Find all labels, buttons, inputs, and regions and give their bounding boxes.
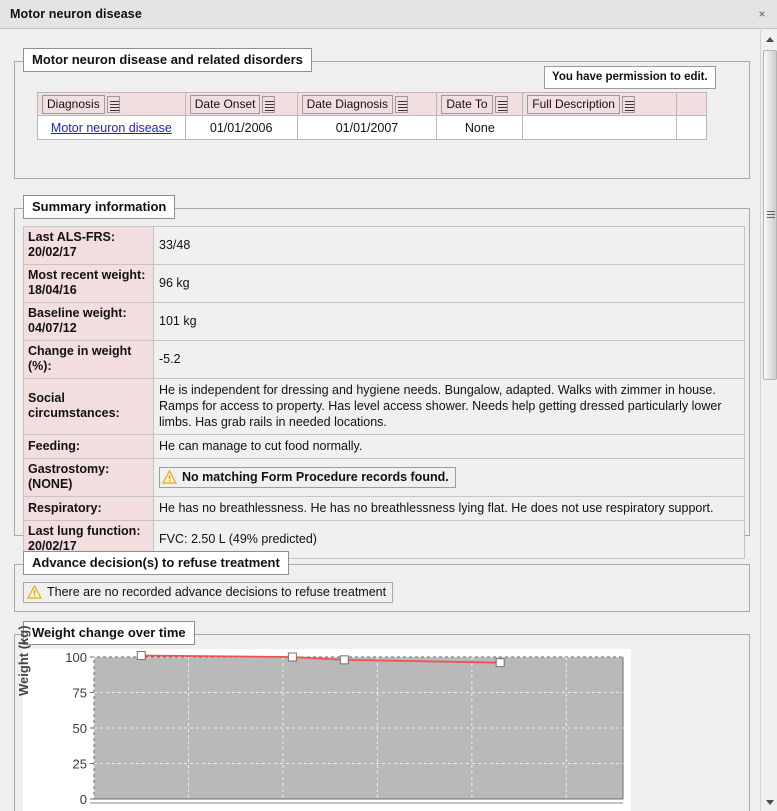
scroll-down-arrow-icon[interactable] bbox=[761, 794, 777, 811]
column-header-date-to-label: Date To bbox=[441, 94, 493, 114]
column-header-spacer bbox=[676, 92, 707, 116]
window-title: Motor neuron disease bbox=[10, 7, 142, 21]
summary-value: He is independent for dressing and hygie… bbox=[153, 378, 745, 435]
scrollbar-thumb[interactable] bbox=[763, 50, 777, 380]
advance-decisions-panel: Advance decision(s) to refuse treatment … bbox=[14, 551, 750, 612]
page-content: You have permission to edit. Motor neuro… bbox=[0, 30, 760, 811]
scrollbar-grip-icon bbox=[767, 211, 775, 219]
cell-date-to: None bbox=[436, 115, 524, 140]
chart-data-point bbox=[136, 651, 146, 661]
cell-spacer bbox=[676, 115, 707, 140]
weight-change-line-chart: 0255075100201220132014201520162017 bbox=[65, 650, 624, 811]
diagnosis-panel-legend: Motor neuron disease and related disorde… bbox=[23, 48, 312, 72]
window-titlebar: Motor neuron disease × bbox=[0, 0, 777, 29]
no-advance-decisions-text: There are no recorded advance decisions … bbox=[47, 585, 387, 599]
chart-y-tick-label: 100 bbox=[65, 650, 87, 665]
warning-triangle-icon bbox=[26, 584, 43, 599]
column-menu-icon[interactable] bbox=[621, 95, 635, 113]
scroll-up-arrow-icon[interactable] bbox=[761, 30, 777, 47]
permission-note: You have permission to edit. bbox=[544, 66, 716, 89]
cell-diagnosis: Motor neuron disease bbox=[37, 115, 186, 140]
summary-row-recent-weight: Most recent weight: 18/04/16 96 kg bbox=[23, 264, 745, 303]
warning-triangle-icon bbox=[161, 469, 178, 484]
column-header-diagnosis[interactable]: Diagnosis bbox=[37, 92, 186, 116]
summary-row-feeding: Feeding: He can manage to cut food norma… bbox=[23, 434, 745, 459]
column-menu-icon[interactable] bbox=[106, 95, 120, 113]
diagnosis-table: Diagnosis Date Onset Date Diagnosis Date… bbox=[37, 92, 707, 140]
column-header-date-onset[interactable]: Date Onset bbox=[184, 92, 298, 116]
summary-label: Respiratory: bbox=[23, 496, 154, 521]
summary-label: Gastrostomy: (NONE) bbox=[23, 458, 154, 497]
column-header-full-description[interactable]: Full Description bbox=[522, 92, 678, 116]
table-row: Motor neuron disease 01/01/2006 01/01/20… bbox=[37, 115, 707, 140]
column-header-date-diagnosis-label: Date Diagnosis bbox=[301, 94, 393, 114]
column-header-date-diagnosis[interactable]: Date Diagnosis bbox=[296, 92, 438, 116]
advance-decisions-panel-legend: Advance decision(s) to refuse treatment bbox=[23, 551, 289, 575]
vertical-scrollbar[interactable] bbox=[760, 30, 777, 811]
no-records-warning-text: No matching Form Procedure records found… bbox=[182, 469, 449, 484]
summary-panel-legend: Summary information bbox=[23, 195, 176, 219]
summary-value: He has no breathlessness. He has no brea… bbox=[153, 496, 745, 521]
summary-value-warning: No matching Form Procedure records found… bbox=[153, 458, 745, 497]
column-header-diagnosis-label: Diagnosis bbox=[42, 94, 105, 114]
chart-y-tick-label: 0 bbox=[80, 792, 87, 807]
summary-value: He can manage to cut food normally. bbox=[153, 434, 745, 459]
summary-row-als-frs: Last ALS-FRS: 20/02/17 33/48 bbox=[23, 226, 745, 265]
summary-value: 96 kg bbox=[153, 264, 745, 303]
summary-panel: Summary information Last ALS-FRS: 20/02/… bbox=[14, 195, 750, 559]
chart-y-tick-label: 50 bbox=[73, 721, 87, 736]
chart-data-point bbox=[339, 655, 349, 665]
column-menu-icon[interactable] bbox=[262, 95, 276, 113]
column-header-full-description-label: Full Description bbox=[527, 94, 620, 114]
summary-row-respiratory: Respiratory: He has no breathlessness. H… bbox=[23, 496, 745, 521]
summary-row-gastrostomy: Gastrostomy: (NONE) No matching Form Pro… bbox=[23, 458, 745, 497]
summary-table: Last ALS-FRS: 20/02/17 33/48 Most recent… bbox=[23, 226, 745, 559]
diagnosis-link[interactable]: Motor neuron disease bbox=[51, 121, 172, 135]
cell-full-description bbox=[522, 115, 678, 140]
summary-row-social-circumstances: Social circumstances: He is independent … bbox=[23, 378, 745, 435]
cell-date-diagnosis: 01/01/2007 bbox=[296, 115, 438, 140]
chart-y-tick-label: 75 bbox=[73, 686, 87, 701]
weight-chart-card: 0255075100201220132014201520162017 bbox=[23, 649, 631, 811]
summary-value: -5.2 bbox=[153, 340, 745, 379]
chart-y-tick-label: 25 bbox=[73, 757, 87, 772]
summary-label: Last ALS-FRS: 20/02/17 bbox=[23, 226, 154, 265]
chart-y-axis-label: Weight (kg) bbox=[16, 625, 31, 696]
chart-data-point bbox=[495, 658, 505, 668]
weight-chart-panel-legend: Weight change over time bbox=[23, 621, 195, 645]
column-menu-icon[interactable] bbox=[494, 95, 508, 113]
summary-label: Social circumstances: bbox=[23, 378, 154, 435]
weight-chart-panel: Weight change over time 0255075100201220… bbox=[14, 621, 750, 811]
no-records-warning: No matching Form Procedure records found… bbox=[159, 466, 456, 488]
summary-label: Change in weight (%): bbox=[23, 340, 154, 379]
summary-label: Feeding: bbox=[23, 434, 154, 459]
summary-label: Baseline weight: 04/07/12 bbox=[23, 302, 154, 341]
summary-row-weight-change: Change in weight (%): -5.2 bbox=[23, 340, 745, 379]
summary-row-baseline-weight: Baseline weight: 04/07/12 101 kg bbox=[23, 302, 745, 341]
column-header-date-onset-label: Date Onset bbox=[189, 94, 261, 114]
summary-label: Most recent weight: 18/04/16 bbox=[23, 264, 154, 303]
close-icon[interactable]: × bbox=[755, 7, 769, 21]
column-header-date-to[interactable]: Date To bbox=[436, 92, 524, 116]
diagnosis-table-header-row: Diagnosis Date Onset Date Diagnosis Date… bbox=[37, 92, 707, 116]
no-advance-decisions-warning: There are no recorded advance decisions … bbox=[23, 582, 394, 603]
column-menu-icon[interactable] bbox=[394, 95, 408, 113]
cell-date-onset: 01/01/2006 bbox=[184, 115, 298, 140]
chart-data-point bbox=[287, 652, 297, 662]
summary-value: 101 kg bbox=[153, 302, 745, 341]
summary-value: 33/48 bbox=[153, 226, 745, 265]
